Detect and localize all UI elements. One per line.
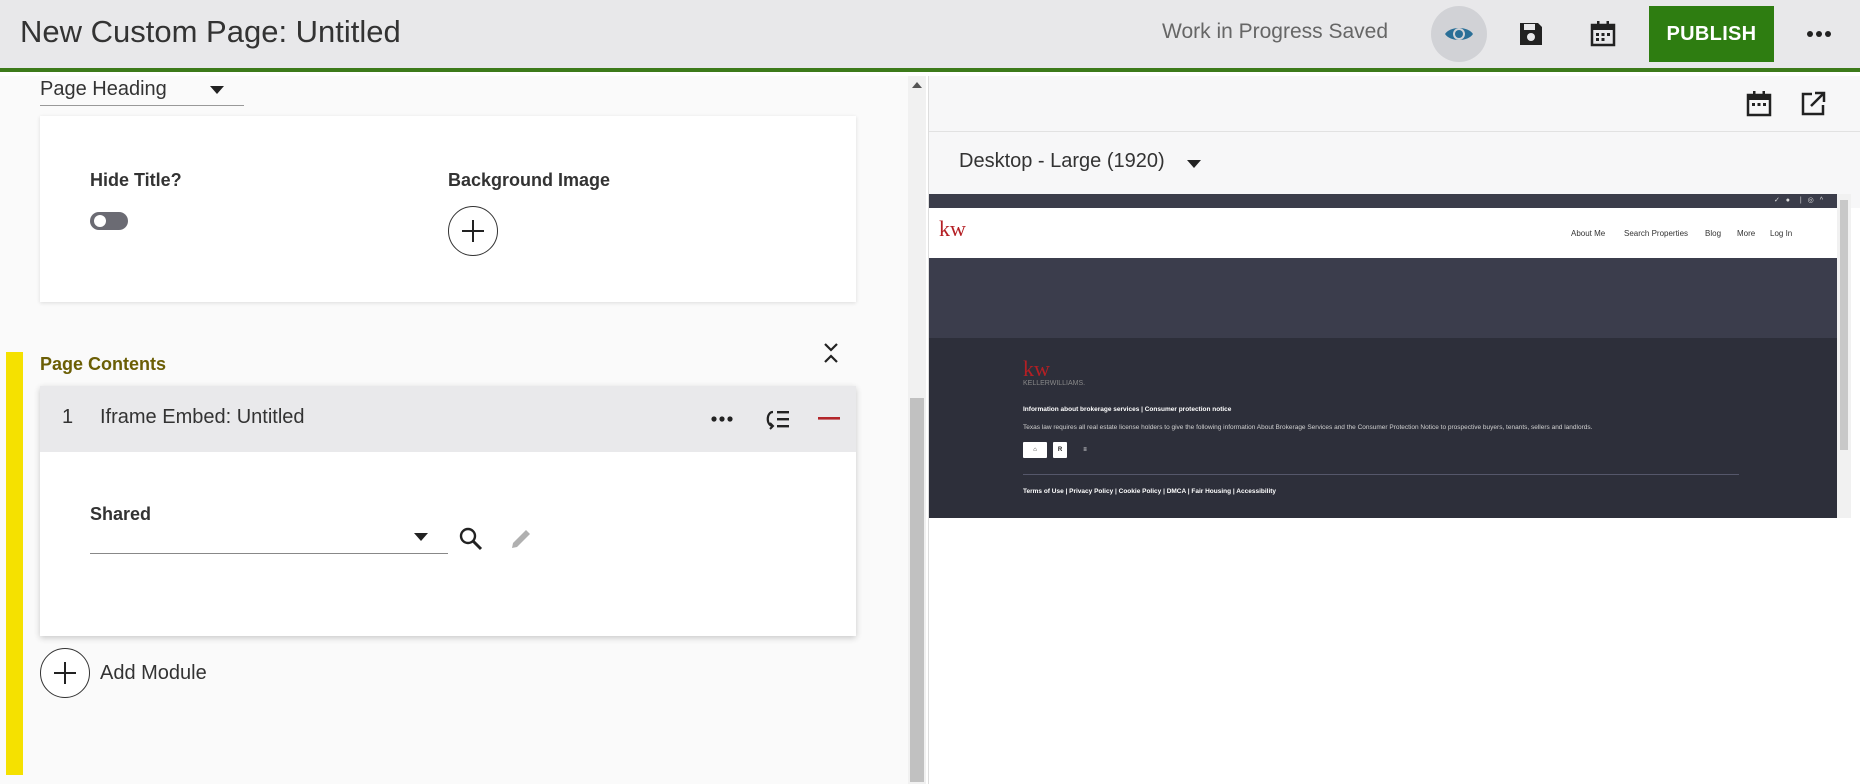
calendar-icon xyxy=(1746,91,1772,117)
site-preview: ✓ ● | ◎ ^ kw About Me Search Properties … xyxy=(929,194,1837,518)
page-heading-select[interactable]: Page Heading xyxy=(40,76,244,106)
more-horizontal-icon xyxy=(1807,31,1831,37)
search-icon xyxy=(459,527,483,551)
preview-info-links: Information about brokerage services | C… xyxy=(1023,406,1232,413)
remove-module-button[interactable] xyxy=(812,402,846,436)
mls-icon: ≡ xyxy=(1083,447,1087,453)
heading-settings-card: Hide Title? Background Image xyxy=(40,116,856,302)
eye-icon xyxy=(1445,28,1473,40)
module-number: 1 xyxy=(62,406,74,428)
preview-info-text: Texas law requires all real estate licen… xyxy=(1023,424,1593,431)
calendar-icon xyxy=(1590,21,1616,47)
preview-header: kw About Me Search Properties Blog More … xyxy=(929,208,1837,258)
collapse-all-icon xyxy=(824,343,838,363)
top-bar: New Custom Page: Untitled Work in Progre… xyxy=(0,0,1860,72)
chevron-down-icon xyxy=(414,533,428,541)
section-highlight-bar xyxy=(6,352,23,775)
search-shared-button[interactable] xyxy=(458,526,488,556)
editor-panel: Page Heading Hide Title? Background Imag… xyxy=(0,76,908,784)
add-background-image-button[interactable] xyxy=(448,206,498,256)
chevron-down-icon xyxy=(210,86,224,94)
edit-shared-button[interactable] xyxy=(508,526,538,556)
module-reorder-button[interactable] xyxy=(760,402,794,436)
page-contents-label: Page Contents xyxy=(40,354,167,374)
add-module-button[interactable] xyxy=(40,648,90,698)
preview-footer-logo-sub: KELLERWILLIAMS. xyxy=(1023,380,1086,387)
preview-footer-logo: kw xyxy=(1023,356,1050,381)
add-module-label[interactable]: Add Module xyxy=(100,662,207,685)
social-icons: ✓ ● | ◎ ^ xyxy=(1773,197,1825,204)
publish-button[interactable]: PUBLISH xyxy=(1649,6,1774,62)
editor-scrollbar[interactable] xyxy=(908,76,926,784)
hide-title-label: Hide Title? xyxy=(90,170,182,190)
preview-divider xyxy=(1023,474,1739,475)
open-external-button[interactable] xyxy=(1795,86,1831,122)
preview-schedule-button[interactable] xyxy=(1741,86,1777,122)
preview-scroll-thumb[interactable] xyxy=(1840,200,1848,450)
page-title: New Custom Page: Untitled xyxy=(20,14,401,49)
save-button[interactable] xyxy=(1503,6,1559,62)
module-header: 1 Iframe Embed: Untitled xyxy=(40,386,856,452)
preview-badges: ⌂ R ≡ xyxy=(1023,442,1097,458)
floppy-disk-icon xyxy=(1520,23,1542,45)
preview-nav-item: Log In xyxy=(1770,229,1793,238)
preview-nav-item: About Me xyxy=(1571,229,1606,238)
preview-logo: kw xyxy=(939,216,966,241)
save-status: Work in Progress Saved xyxy=(1162,20,1389,43)
background-image-label: Background Image xyxy=(448,170,611,190)
preview-top-strip: ✓ ● | ◎ ^ xyxy=(929,194,1837,208)
more-options-button[interactable] xyxy=(1791,6,1847,62)
preview-nav-item: More xyxy=(1737,229,1756,238)
preview-toolbar xyxy=(929,76,1860,132)
preview-nav-item: Search Properties xyxy=(1624,229,1689,238)
equal-housing-icon: ⌂ xyxy=(1023,442,1047,458)
more-horizontal-icon xyxy=(711,416,733,422)
preview-button[interactable] xyxy=(1431,6,1487,62)
hide-title-toggle[interactable] xyxy=(90,212,128,230)
realtor-icon: R xyxy=(1053,442,1067,458)
chevron-down-icon[interactable] xyxy=(1187,160,1201,168)
preview-hero xyxy=(929,258,1837,338)
collapse-section-button[interactable] xyxy=(818,338,844,368)
shared-select[interactable] xyxy=(90,514,448,554)
pencil-icon xyxy=(512,530,530,548)
page-heading-select-value: Page Heading xyxy=(40,78,167,100)
preview-nav-item: Blog xyxy=(1705,229,1722,238)
module-options-button[interactable] xyxy=(705,402,739,436)
external-link-icon xyxy=(1801,91,1826,116)
preview-scrollbar[interactable] xyxy=(1837,194,1851,518)
scroll-up-arrow[interactable] xyxy=(912,82,922,88)
reorder-list-icon xyxy=(766,410,789,430)
device-select[interactable]: Desktop - Large (1920) xyxy=(959,150,1165,173)
schedule-button[interactable] xyxy=(1575,6,1631,62)
module-title: Iframe Embed: Untitled xyxy=(100,406,305,428)
preview-footer-links: Terms of Use | Privacy Policy | Cookie P… xyxy=(1023,488,1277,495)
module-card: 1 Iframe Embed: Untitled Shared xyxy=(40,386,856,636)
minus-icon xyxy=(818,417,840,420)
preview-panel: Desktop - Large (1920) ✓ ● | ◎ ^ kw Abou… xyxy=(928,76,1860,784)
scroll-thumb[interactable] xyxy=(910,398,924,782)
